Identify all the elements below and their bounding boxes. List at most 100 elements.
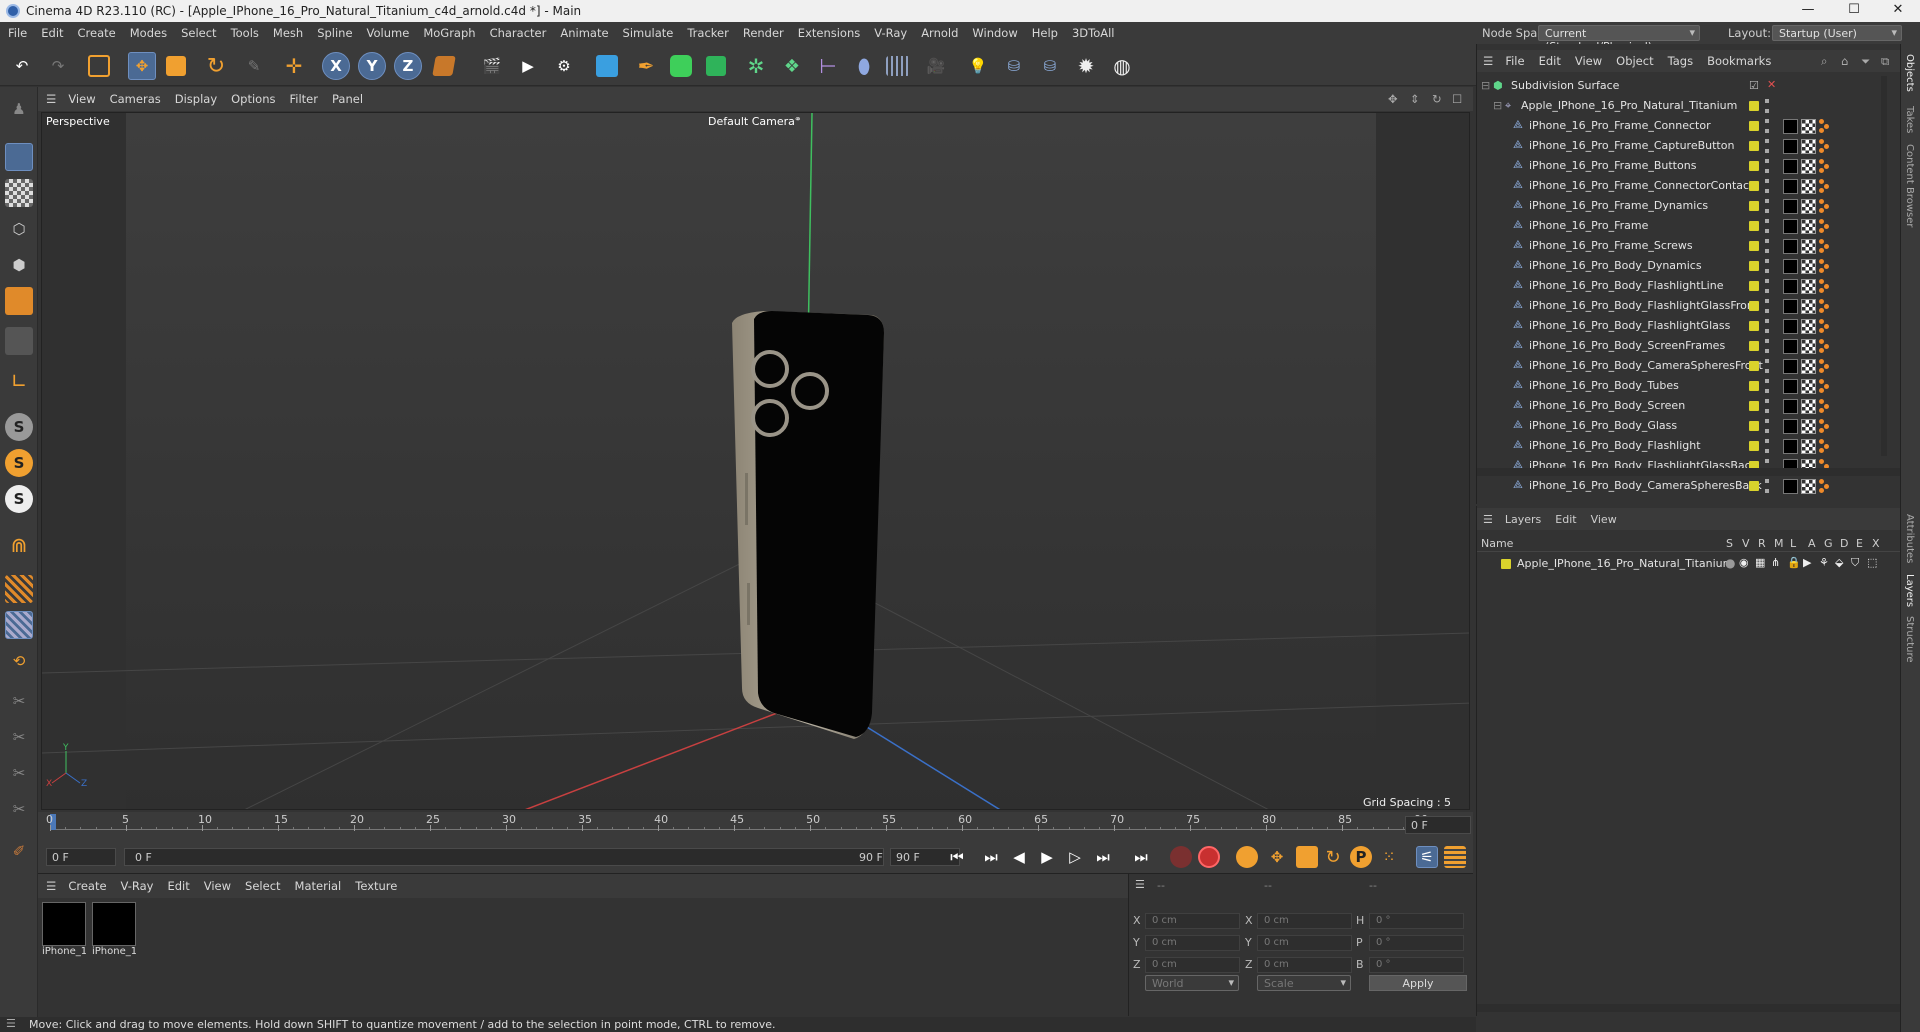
coords-menu-icon[interactable]: ☰	[1135, 878, 1145, 891]
material-tag-icon[interactable]	[1783, 359, 1798, 374]
object-menu-tags[interactable]: Tags	[1668, 54, 1693, 68]
object-row[interactable]: ⟁ iPhone_16_Pro_Frame_Dynamics	[1477, 196, 1887, 216]
visibility-toggle[interactable]	[1765, 439, 1769, 453]
material-menu-vray[interactable]: V-Ray	[121, 879, 154, 893]
magnet-icon[interactable]: ⋒	[5, 531, 33, 559]
y-axis-lock-icon[interactable]: Y	[358, 52, 386, 80]
object-menu-file[interactable]: File	[1505, 54, 1524, 68]
layer-color-swatch[interactable]	[1749, 441, 1759, 451]
tab-content-browser[interactable]: Content Browser	[1904, 144, 1915, 227]
layer-color-swatch[interactable]	[1749, 341, 1759, 351]
tab-objects[interactable]: Objects	[1904, 54, 1915, 92]
close-button[interactable]: ✕	[1876, 2, 1920, 20]
timeline-window-icon[interactable]	[1444, 846, 1466, 868]
viewport-menu-cameras[interactable]: Cameras	[110, 92, 161, 106]
render-view-icon[interactable]: 🎬	[478, 52, 506, 80]
menu-edit[interactable]: Edit	[41, 26, 63, 40]
visibility-toggle[interactable]	[1765, 279, 1769, 293]
texture-tag-icon[interactable]	[1801, 139, 1816, 154]
light-icon[interactable]: 💡	[964, 52, 992, 80]
visibility-toggle[interactable]	[1765, 199, 1769, 213]
layer-color-swatch[interactable]	[1749, 421, 1759, 431]
menu-modes[interactable]: Modes	[130, 26, 167, 40]
model-mode-icon[interactable]	[5, 143, 33, 171]
size-z-field[interactable]: 0 cm	[1257, 957, 1352, 973]
arnold-tag-icon[interactable]	[1819, 279, 1831, 293]
material-menu-select[interactable]: Select	[245, 879, 280, 893]
object-menu-bookmarks[interactable]: Bookmarks	[1707, 54, 1771, 68]
layer-manager-icon[interactable]: ⋔	[1771, 556, 1780, 569]
material-menu-view[interactable]: View	[204, 879, 231, 893]
material-tag-icon[interactable]	[1783, 219, 1798, 234]
snap-settings-icon[interactable]: S	[5, 449, 33, 477]
object-row[interactable]: ⟁ iPhone_16_Pro_Body_FlashlightGlassFront	[1477, 296, 1887, 316]
material-tag-icon[interactable]	[1783, 299, 1798, 314]
visibility-toggle[interactable]	[1765, 339, 1769, 353]
layer-color-swatch[interactable]	[1749, 221, 1759, 231]
material-tag-icon[interactable]	[1783, 379, 1798, 394]
layer-color-swatch[interactable]	[1749, 381, 1759, 391]
object-filter-icon[interactable]: ⏷	[1861, 54, 1870, 69]
mograph-fracture-icon[interactable]: ❖	[778, 52, 806, 80]
visibility-toggle[interactable]	[1765, 399, 1769, 413]
pos-y-field[interactable]: 0 cm	[1145, 935, 1240, 951]
size-x-field[interactable]: 0 cm	[1257, 913, 1352, 929]
auto-keying-icon[interactable]	[1198, 846, 1220, 868]
layer-animation-icon[interactable]: ▶	[1803, 556, 1811, 569]
object-row[interactable]: ⟁ iPhone_16_Pro_Body_Dynamics	[1477, 256, 1887, 276]
menu-create[interactable]: Create	[78, 26, 116, 40]
menu-window[interactable]: Window	[972, 26, 1017, 40]
viewport-panel-menu-icon[interactable]: ☰	[46, 92, 56, 106]
key-scale-icon[interactable]	[1296, 846, 1318, 868]
play-icon[interactable]: ▶	[1036, 846, 1058, 868]
visibility-toggle[interactable]	[1765, 299, 1769, 313]
texture-tag-icon[interactable]	[1801, 119, 1816, 134]
move-tool-icon[interactable]: ✥	[128, 52, 156, 80]
menu-tracker[interactable]: Tracker	[687, 26, 729, 40]
object-row[interactable]: ⟁ iPhone_16_Pro_Body_ScreenFrames	[1477, 336, 1887, 356]
3d-viewport[interactable]: Perspective Default Camera ⚭ Grid Spacin…	[41, 112, 1470, 810]
arnold-tag-icon[interactable]	[1819, 119, 1831, 133]
visibility-toggle[interactable]	[1765, 379, 1769, 393]
layer-menu-edit[interactable]: Edit	[1555, 513, 1576, 526]
object-menu-object[interactable]: Object	[1616, 54, 1653, 68]
layer-row[interactable]: Apple_IPhone_16_Pro_Natural_Titanium ● ◉…	[1477, 554, 1901, 574]
z-axis-lock-icon[interactable]: Z	[394, 52, 422, 80]
texture-tag-icon[interactable]	[1801, 259, 1816, 274]
root-collapse-icon[interactable]: ⊟	[1481, 79, 1490, 92]
layer-color-swatch[interactable]	[1501, 559, 1511, 569]
viewport-maximize-icon[interactable]: ☐	[1452, 92, 1462, 106]
object-row[interactable]: ⟁ iPhone_16_Pro_Body_Glass	[1477, 416, 1887, 436]
redo-icon[interactable]: ↷	[44, 52, 72, 80]
arnold-tag-icon[interactable]	[1819, 419, 1831, 433]
rot-b-field[interactable]: 0 °	[1369, 957, 1464, 973]
layer-xref-icon[interactable]: ⬚	[1867, 556, 1877, 569]
visibility-toggle[interactable]	[1765, 99, 1769, 113]
material-tag-icon[interactable]	[1783, 419, 1798, 434]
menu-arnold[interactable]: Arnold	[921, 26, 958, 40]
menu-animate[interactable]: Animate	[560, 26, 608, 40]
tab-structure[interactable]: Structure	[1904, 616, 1915, 663]
layer-h-scrollbar[interactable]	[1477, 1004, 1901, 1012]
menu-help[interactable]: Help	[1032, 26, 1058, 40]
deformer-icon[interactable]: ⊢	[814, 52, 842, 80]
object-row[interactable]: ⟁ iPhone_16_Pro_Frame	[1477, 216, 1887, 236]
disable-x-icon[interactable]: ✕	[1767, 78, 1776, 91]
camera-link-icon[interactable]: ⚭	[794, 115, 802, 125]
menu-extensions[interactable]: Extensions	[798, 26, 860, 40]
visibility-toggle[interactable]	[1765, 159, 1769, 173]
material-menu-edit[interactable]: Edit	[167, 879, 189, 893]
current-frame-field[interactable]: 0 F	[1405, 816, 1471, 834]
menu-3dtoall[interactable]: 3DToAll	[1072, 26, 1115, 40]
texture-tag-icon[interactable]	[1801, 279, 1816, 294]
visibility-toggle[interactable]	[1765, 239, 1769, 253]
snap-icon[interactable]: S	[5, 413, 33, 441]
floor-icon[interactable]	[886, 56, 910, 76]
workplane-grid-icon[interactable]	[5, 611, 33, 639]
material-tag-icon[interactable]	[1783, 479, 1798, 494]
layer-menu-view[interactable]: View	[1591, 513, 1617, 526]
texture-tag-icon[interactable]	[1801, 199, 1816, 214]
arnold-tag-icon[interactable]	[1819, 239, 1831, 253]
key-pla-icon[interactable]: ⁙	[1378, 846, 1400, 868]
viewport-move-icon[interactable]: ✥	[1388, 92, 1398, 106]
